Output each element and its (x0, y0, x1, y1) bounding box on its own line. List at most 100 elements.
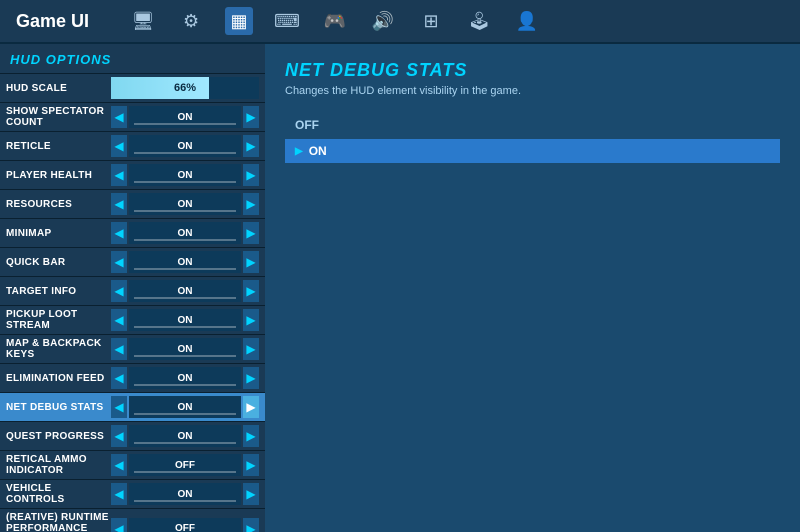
setting-row[interactable]: PLAYER HEALTH◀ ON ▶ (0, 160, 265, 189)
monitor-icon[interactable]: 🖥 (129, 7, 157, 35)
arrow-left-button[interactable]: ◀ (111, 106, 127, 128)
arrow-right-button[interactable]: ▶ (243, 454, 259, 476)
setting-control: ◀ON▶ (111, 396, 259, 418)
option-label: ON (309, 144, 327, 158)
right-panel: NET DEBUG STATS Changes the HUD element … (265, 44, 800, 532)
section-title: HUD OPTIONS (0, 44, 265, 73)
arrow-right-button[interactable]: ▶ (243, 193, 259, 215)
value-text: ON (178, 315, 193, 326)
setting-row[interactable]: MINIMAP◀ON▶ (0, 218, 265, 247)
value-text: ON (178, 170, 193, 181)
setting-row[interactable]: TARGET INFO◀ON▶ (0, 276, 265, 305)
setting-control: ◀ ON ▶ (111, 425, 259, 447)
arrow-right-button[interactable]: ▶ (243, 518, 259, 532)
bar-line (134, 268, 236, 270)
user-icon[interactable]: 👤 (513, 7, 541, 35)
setting-row[interactable]: MAP & BACKPACK KEYS◀ON▶ (0, 334, 265, 363)
arrow-right-button[interactable]: ▶ (243, 309, 259, 331)
setting-control: ◀ ON ▶ (111, 280, 259, 302)
setting-control: ◀ON▶ (111, 222, 259, 244)
top-bar: Game UI 🖥 ⚙ ▦ ⌨ 🎮 🔊 ⊞ 🕹 👤 (0, 0, 800, 44)
value-bar: ON (129, 193, 241, 215)
setting-row[interactable]: RETICLE◀ON▶ (0, 131, 265, 160)
hud-scale-value: 66% (174, 82, 196, 94)
value-bar: ON (129, 135, 241, 157)
hud-scale-control: 66% (111, 77, 259, 99)
keyboard-icon[interactable]: ⌨ (273, 7, 301, 35)
arrow-left-button[interactable]: ◀ (111, 396, 127, 418)
bar-line (134, 152, 236, 154)
options-list: OFF▶ON (285, 113, 780, 163)
network-icon[interactable]: ⊞ (417, 7, 445, 35)
arrow-left-button[interactable]: ◀ (111, 338, 127, 360)
value-bar: ON (129, 164, 241, 186)
arrow-right-button[interactable]: ▶ (243, 338, 259, 360)
value-text: ON (178, 286, 193, 297)
arrow-left-button[interactable]: ◀ (111, 135, 127, 157)
bar-line (134, 239, 236, 241)
value-text: ON (178, 373, 193, 384)
setting-control: ◀ON▶ (111, 251, 259, 273)
setting-row[interactable]: QUICK BAR◀ON▶ (0, 247, 265, 276)
setting-row[interactable]: RETICAL AMMO INDICATOR◀OFF▶ (0, 450, 265, 479)
setting-row[interactable]: (REATIVE) RUNTIME PERFORMANCE STAT◀OFF▶ (0, 508, 265, 532)
arrow-left-button[interactable]: ◀ (111, 309, 127, 331)
hud-scale-bar[interactable]: 66% (111, 77, 259, 99)
arrow-right-button[interactable]: ▶ (243, 483, 259, 505)
arrow-right-button[interactable]: ▶ (243, 106, 259, 128)
arrow-right-button[interactable]: ▶ (243, 425, 259, 447)
nav-icons: 🖥 ⚙ ▦ ⌨ 🎮 🔊 ⊞ 🕹 👤 (129, 7, 541, 35)
setting-control: ◀ ON ▶ (111, 367, 259, 389)
arrow-right-button[interactable]: ▶ (243, 367, 259, 389)
arrow-right-button[interactable]: ▶ (243, 251, 259, 273)
bar-line (134, 413, 236, 415)
settings-list: SHOW SPECTATOR COUNT◀ON▶RETICLE◀ON▶PLAYE… (0, 102, 265, 532)
option-item[interactable]: OFF (285, 113, 780, 137)
arrow-left-button[interactable]: ◀ (111, 518, 127, 532)
arrow-right-button[interactable]: ▶ (243, 164, 259, 186)
arrow-left-button[interactable]: ◀ (111, 425, 127, 447)
arrow-right-button[interactable]: ▶ (243, 396, 259, 418)
option-item[interactable]: ▶ON (285, 139, 780, 163)
setting-control: ◀ ON ▶ (111, 193, 259, 215)
value-bar: OFF (129, 518, 241, 532)
value-text: ON (178, 141, 193, 152)
bar-line (134, 297, 236, 299)
setting-control: ◀ ON ▶ (111, 164, 259, 186)
gamepad-icon[interactable]: 🕹 (465, 7, 493, 35)
setting-row[interactable]: SHOW SPECTATOR COUNT◀ON▶ (0, 102, 265, 131)
arrow-right-button[interactable]: ▶ (243, 135, 259, 157)
left-panel: HUD OPTIONS HUD SCALE 66% SHOW SPECTATOR… (0, 44, 265, 532)
setting-label: QUEST PROGRESS (6, 431, 111, 442)
right-panel-desc: Changes the HUD element visibility in th… (285, 85, 780, 97)
value-bar: ON (129, 106, 241, 128)
setting-row[interactable]: NET DEBUG STATS◀ON▶ (0, 392, 265, 421)
setting-row[interactable]: PICKUP LOOT STREAM◀ON▶ (0, 305, 265, 334)
setting-row[interactable]: QUEST PROGRESS◀ ON ▶ (0, 421, 265, 450)
arrow-left-button[interactable]: ◀ (111, 454, 127, 476)
audio-icon[interactable]: 🔊 (369, 7, 397, 35)
setting-row[interactable]: ELIMINATION FEED◀ON▶ (0, 363, 265, 392)
arrow-left-button[interactable]: ◀ (111, 280, 127, 302)
setting-row[interactable]: VEHICLE CONTROLS◀ON▶ (0, 479, 265, 508)
arrow-left-button[interactable]: ◀ (111, 367, 127, 389)
arrow-left-button[interactable]: ◀ (111, 483, 127, 505)
arrow-left-button[interactable]: ◀ (111, 164, 127, 186)
setting-row[interactable]: RESOURCES◀ON▶ (0, 189, 265, 218)
hud-icon[interactable]: ▦ (225, 7, 253, 35)
gear-icon[interactable]: ⚙ (177, 7, 205, 35)
arrow-left-button[interactable]: ◀ (111, 193, 127, 215)
arrow-right-button[interactable]: ▶ (243, 222, 259, 244)
arrow-right-button[interactable]: ▶ (243, 280, 259, 302)
value-text: ON (178, 431, 193, 442)
arrow-left-button[interactable]: ◀ (111, 251, 127, 273)
value-bar: ON (129, 222, 241, 244)
hud-scale-label: HUD SCALE (6, 83, 111, 94)
setting-label: PLAYER HEALTH (6, 170, 111, 181)
value-text: OFF (175, 460, 195, 471)
controller-icon[interactable]: 🎮 (321, 7, 349, 35)
value-text: ON (178, 199, 193, 210)
setting-label: (REATIVE) RUNTIME PERFORMANCE STAT (6, 512, 111, 532)
bar-line (134, 355, 236, 357)
arrow-left-button[interactable]: ◀ (111, 222, 127, 244)
